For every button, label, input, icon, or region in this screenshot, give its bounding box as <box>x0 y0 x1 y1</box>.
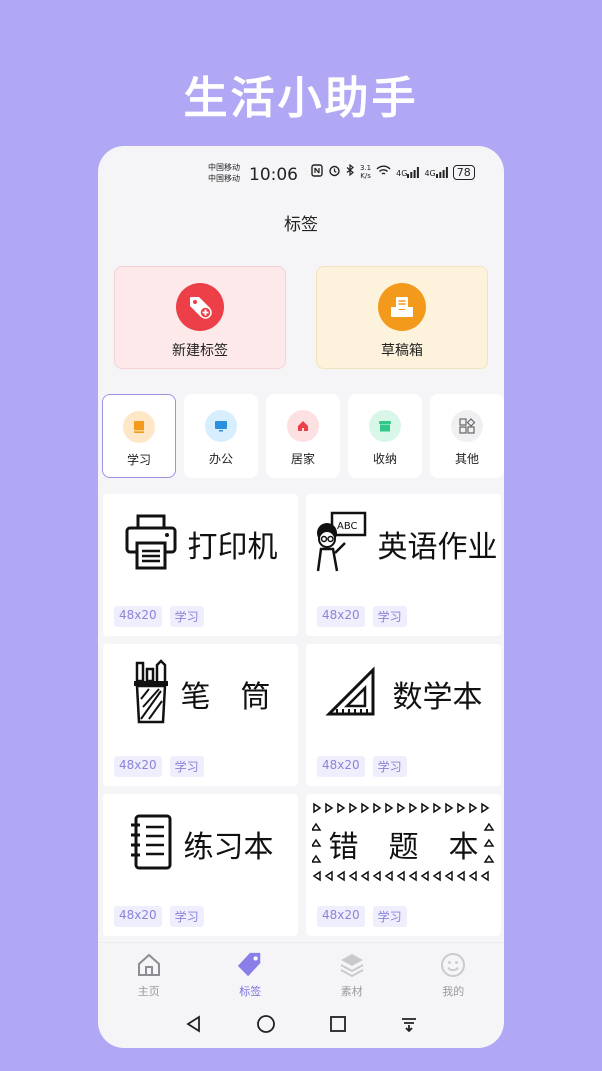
category-chip: 学习 <box>169 606 204 627</box>
back-nav-icon[interactable] <box>185 1015 203 1037</box>
teacher-abc-icon: ABC <box>310 511 368 577</box>
category-chip: 学习 <box>169 756 204 777</box>
phone-screen: 中国移动 中国移动 10:06 3.1 K/s 4G 4G 78 标签 新建标签… <box>98 146 504 1048</box>
tab-materials[interactable]: 素材 <box>301 943 403 1006</box>
category-storage[interactable]: 收纳 <box>348 394 422 478</box>
size-chip: 48x20 <box>114 756 162 777</box>
template-card-printer[interactable]: 打印机 48x20 学习 <box>103 494 298 636</box>
status-bar: 中国移动 中国移动 10:06 3.1 K/s 4G 4G 78 <box>98 160 504 188</box>
home-outline-icon <box>135 951 163 979</box>
category-chip: 学习 <box>372 756 407 777</box>
carrier-1: 中国移动 <box>208 163 240 172</box>
size-chip: 48x20 <box>317 906 365 927</box>
tag-icon <box>236 951 264 979</box>
tag-plus-icon <box>176 283 224 331</box>
template-text: 打印机 <box>187 530 278 565</box>
bottom-tab-bar: 主页 标签 素材 我的 <box>98 942 504 1006</box>
size-chip: 48x20 <box>114 606 162 627</box>
nfc-icon <box>311 164 323 180</box>
signal-1-icon: 4G <box>396 166 420 178</box>
layers-icon <box>338 951 366 979</box>
template-text: 练习本 <box>183 830 274 865</box>
status-time: 10:06 <box>249 165 298 185</box>
tab-label: 主页 <box>137 985 160 998</box>
category-label: 收纳 <box>372 452 397 466</box>
home-nav-icon[interactable] <box>256 1014 276 1038</box>
template-card-exercise-book[interactable]: 练习本 48x20 学习 <box>103 794 298 936</box>
signal-2-icon: 4G <box>424 166 448 178</box>
draft-box-text: 草稿箱 <box>381 343 423 359</box>
draft-box-button[interactable]: 草稿箱 <box>316 266 488 369</box>
tab-labels[interactable]: 标签 <box>200 943 302 1006</box>
tab-label: 素材 <box>340 985 363 998</box>
app-headline: 生活小助手 <box>183 73 419 124</box>
size-chip: 48x20 <box>317 756 365 777</box>
svg-text:ABC: ABC <box>337 521 358 532</box>
tab-label: 标签 <box>239 985 262 998</box>
storage-box-icon <box>369 410 401 442</box>
book-icon <box>123 411 155 443</box>
category-label: 学习 <box>126 453 151 467</box>
tab-label: 我的 <box>442 985 465 998</box>
size-chip: 48x20 <box>114 906 162 927</box>
tab-home[interactable]: 主页 <box>98 943 200 1006</box>
category-home[interactable]: 居家 <box>266 394 340 478</box>
category-office[interactable]: 办公 <box>184 394 258 478</box>
battery-indicator: 78 <box>452 164 475 180</box>
category-label: 其他 <box>454 452 479 466</box>
new-label-button[interactable]: 新建标签 <box>114 266 286 369</box>
bluetooth-icon <box>346 163 355 180</box>
template-card-math[interactable]: 数学本 48x20 学习 <box>306 644 501 786</box>
size-chip: 48x20 <box>317 606 365 627</box>
notification-pull-icon[interactable] <box>400 1015 418 1037</box>
tab-mine[interactable]: 我的 <box>403 943 505 1006</box>
printer-icon <box>124 513 178 575</box>
category-chip: 学习 <box>372 606 407 627</box>
category-label: 办公 <box>208 452 233 466</box>
draft-box-icon <box>378 283 426 331</box>
system-icons: 3.1 K/s 4G 4G 78 <box>311 163 475 180</box>
notebook-icon <box>128 813 174 875</box>
ruler-triangle-icon <box>324 666 383 722</box>
recents-nav-icon[interactable] <box>329 1015 347 1037</box>
template-text: 笔 筒 <box>180 680 271 715</box>
category-study[interactable]: 学习 <box>102 394 176 478</box>
category-bar: 学习 办公 居家 收纳 其他 <box>102 394 504 480</box>
template-text: 英语作业 <box>377 530 498 565</box>
pen-holder-icon <box>131 659 171 729</box>
grid-shapes-icon <box>451 410 483 442</box>
category-chip: 学习 <box>169 906 204 927</box>
template-text: 数学本 <box>392 680 483 715</box>
home-icon <box>287 410 319 442</box>
category-chip: 学习 <box>372 906 407 927</box>
monitor-icon <box>205 410 237 442</box>
page-title: 标签 <box>284 215 318 235</box>
template-card-english[interactable]: ABC 英语作业 48x20 学习 <box>306 494 501 636</box>
template-card-mistake-book[interactable]: 错 题 本 48x20 学习 <box>306 794 501 936</box>
template-card-pen-holder[interactable]: 笔 筒 48x20 学习 <box>103 644 298 786</box>
category-other[interactable]: 其他 <box>430 394 504 478</box>
wifi-icon <box>376 165 391 180</box>
category-label: 居家 <box>290 452 315 466</box>
carrier-2: 中国移动 <box>208 174 240 183</box>
smile-icon <box>439 951 467 979</box>
net-speed: 3.1 K/s <box>360 164 372 180</box>
carrier-info: 中国移动 中国移动 <box>208 162 240 184</box>
alarm-icon <box>328 164 341 180</box>
new-label-text: 新建标签 <box>172 343 228 359</box>
system-nav-bar <box>98 1008 504 1044</box>
template-text: 错 题 本 <box>328 830 479 865</box>
